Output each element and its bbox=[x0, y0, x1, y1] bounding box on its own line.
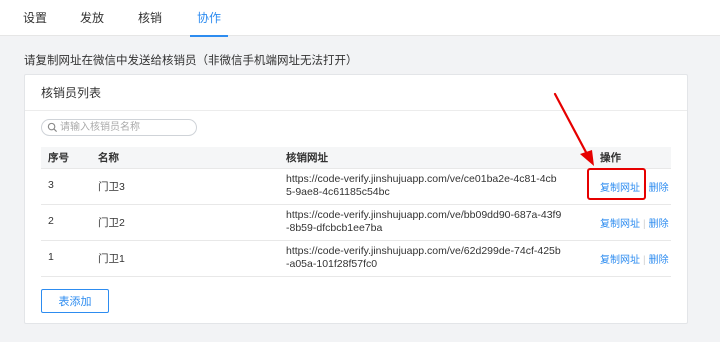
row-url: https://code-verify.jinshujuapp.com/ve/b… bbox=[286, 209, 562, 234]
divider: | bbox=[643, 219, 646, 230]
table-row: 2 门卫2 https://code-verify.jinshujuapp.co… bbox=[41, 205, 671, 241]
tab-verify[interactable]: 核销 bbox=[138, 0, 162, 36]
row-name: 门卫1 bbox=[98, 253, 125, 265]
row-url: https://code-verify.jinshujuapp.com/ve/6… bbox=[286, 245, 561, 270]
annotation-highlight-box bbox=[587, 168, 646, 200]
tab-collaborate[interactable]: 协作 bbox=[189, 0, 229, 37]
table-row: 3 门卫3 https://code-verify.jinshujuapp.co… bbox=[41, 169, 671, 205]
tab-distribute[interactable]: 发放 bbox=[80, 0, 104, 36]
column-header-url: 核销网址 bbox=[286, 152, 328, 164]
tab-settings[interactable]: 设置 bbox=[23, 0, 47, 36]
tab-bar: 设置 发放 核销 协作 bbox=[0, 0, 720, 37]
table-header: 序号 名称 核销网址 操作 bbox=[41, 147, 671, 169]
row-name: 门卫3 bbox=[98, 181, 125, 193]
delete-link[interactable]: 删除 bbox=[649, 219, 669, 230]
delete-link[interactable]: 删除 bbox=[649, 255, 669, 266]
column-header-ops: 操作 bbox=[600, 152, 621, 164]
row-actions: 复制网址 | 删除 bbox=[600, 215, 669, 230]
search-box[interactable] bbox=[41, 119, 197, 136]
row-actions: 复制网址 | 删除 bbox=[600, 251, 669, 266]
card-title: 核销员列表 bbox=[25, 75, 687, 111]
row-url: https://code-verify.jinshujuapp.com/ve/c… bbox=[286, 173, 557, 198]
add-verifier-button[interactable]: 表添加 bbox=[41, 289, 109, 313]
search-icon bbox=[47, 122, 58, 133]
divider: | bbox=[643, 255, 646, 266]
copy-url-link[interactable]: 复制网址 bbox=[600, 255, 640, 266]
column-header-no: 序号 bbox=[48, 152, 69, 164]
verifier-table: 序号 名称 核销网址 操作 3 门卫3 https://code-verify.… bbox=[41, 147, 671, 277]
search-input[interactable] bbox=[60, 120, 192, 135]
row-number: 2 bbox=[48, 215, 54, 227]
notice-text: 请复制网址在微信中发送给核销员（非微信手机端网址无法打开） bbox=[24, 55, 358, 67]
column-header-name: 名称 bbox=[98, 152, 119, 164]
row-number: 3 bbox=[48, 179, 54, 191]
delete-link[interactable]: 删除 bbox=[649, 183, 669, 194]
table-row: 1 门卫1 https://code-verify.jinshujuapp.co… bbox=[41, 241, 671, 277]
row-name: 门卫2 bbox=[98, 217, 125, 229]
copy-url-link[interactable]: 复制网址 bbox=[600, 219, 640, 230]
row-number: 1 bbox=[48, 251, 54, 263]
